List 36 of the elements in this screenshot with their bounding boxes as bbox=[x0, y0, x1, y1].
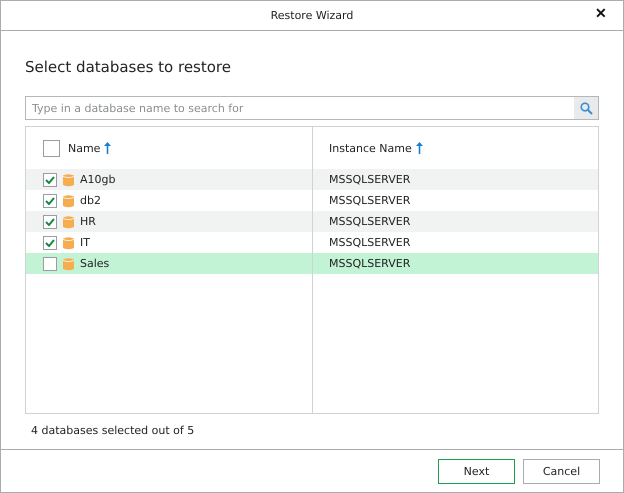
database-icon bbox=[63, 194, 74, 208]
table-row[interactable]: Sales MSSQLSERVER bbox=[26, 253, 598, 274]
search-button[interactable] bbox=[574, 97, 598, 119]
row-checkbox[interactable] bbox=[43, 256, 57, 270]
database-icon bbox=[63, 236, 74, 250]
window-title: Restore Wizard bbox=[270, 9, 354, 22]
next-button[interactable]: Next bbox=[438, 458, 515, 484]
database-icon bbox=[63, 256, 74, 270]
instance-name: MSSQLSERVER bbox=[329, 173, 410, 186]
database-name: HR bbox=[80, 215, 96, 228]
column-header[interactable]: Name bbox=[68, 142, 100, 154]
selection-status: 4 databases selected out of 5 bbox=[31, 424, 196, 437]
instance-name: MSSQLSERVER bbox=[329, 236, 410, 249]
table-row[interactable]: db2 MSSQLSERVER bbox=[26, 190, 598, 211]
database-icon bbox=[63, 214, 74, 228]
row-checkbox[interactable] bbox=[43, 194, 57, 208]
instance-name: MSSQLSERVER bbox=[329, 194, 410, 207]
database-name: db2 bbox=[80, 194, 101, 207]
column-header[interactable]: Instance Name bbox=[329, 142, 412, 154]
row-checkbox[interactable] bbox=[43, 214, 57, 228]
row-checkbox[interactable] bbox=[43, 236, 57, 250]
close-button[interactable]: ✕ bbox=[593, 5, 609, 21]
table-row[interactable]: HR MSSQLSERVER bbox=[26, 211, 598, 232]
select-all-checkbox[interactable] bbox=[43, 140, 60, 156]
database-name: A10gb bbox=[80, 173, 116, 186]
database-name: IT bbox=[80, 236, 90, 249]
table-row[interactable]: A10gb MSSQLSERVER bbox=[26, 169, 598, 190]
page-heading: Select databases to restore bbox=[25, 58, 232, 76]
search-icon bbox=[580, 102, 592, 114]
cancel-button[interactable]: Cancel bbox=[523, 458, 600, 484]
table-row[interactable]: IT MSSQLSERVER bbox=[26, 232, 598, 253]
instance-name: MSSQLSERVER bbox=[329, 215, 410, 228]
database-name: Sales bbox=[80, 257, 110, 270]
instance-name: MSSQLSERVER bbox=[329, 257, 410, 270]
row-checkbox[interactable] bbox=[43, 172, 57, 186]
database-icon bbox=[63, 172, 74, 186]
